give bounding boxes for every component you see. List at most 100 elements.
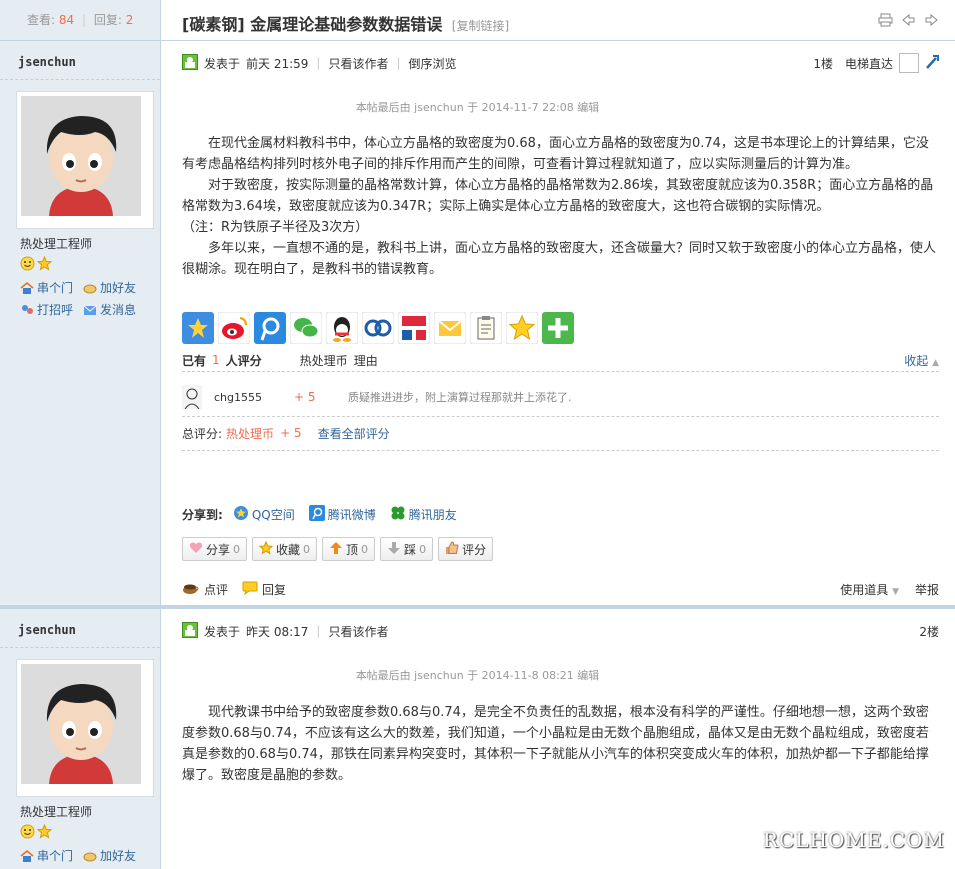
total-score: + 5 (280, 426, 302, 440)
meta-separator: | (316, 624, 321, 638)
view-all-ratings[interactable]: 查看全部评分 (318, 425, 390, 442)
col-reason: 理由 (353, 353, 378, 368)
handshake-icon (83, 281, 97, 295)
rating-row: chg1555 + 5 质疑推进进步，附上演算过程那就井上添花了. (182, 378, 939, 417)
print-icon[interactable] (878, 13, 893, 27)
greet-icon (20, 303, 34, 317)
post-meta: 发表于 昨天 08:17 | 只看该作者 2楼 (182, 621, 939, 641)
jump-arrow-icon[interactable] (925, 54, 939, 73)
tools-menu[interactable]: 使用道具 ▼ (840, 581, 899, 598)
paragraph: 现代教课书中给予的致密度参数0.68与0.74，是完全不负责任的乱数据，根本没有… (182, 705, 929, 783)
meta-separator: | (316, 56, 321, 70)
reverse-order-link[interactable]: 倒序浏览 (409, 55, 457, 72)
posted-label: 发表于 (204, 624, 241, 639)
visit-link[interactable]: 串个门 (20, 279, 73, 296)
next-thread-icon[interactable] (924, 13, 939, 27)
post-footer: 点评 回复 使用道具 ▼ 举报 (182, 578, 939, 600)
only-author-link[interactable]: 只看该作者 (328, 623, 388, 640)
post-1: jsenchun 热处理工程师 串个门 加好友 打招呼 发消息 发表于 前天 2… (0, 41, 955, 609)
post-content: 在现代金属材料教科书中，体心立方晶格的致密度为0.68，面心立方晶格的致密度为0… (182, 133, 940, 280)
thread-title-text: [碳素钢] 金属理论基础参数数据错误 (182, 15, 443, 34)
col-coin: 热处理币 (299, 353, 348, 368)
elevator-input[interactable] (899, 53, 919, 73)
favorite-star-icon[interactable] (505, 311, 539, 345)
user-level (20, 255, 53, 274)
favorite-button[interactable]: 收藏 0 (252, 537, 318, 561)
replies-count: 2 (125, 13, 134, 27)
arrow-down-icon (387, 541, 401, 558)
mail-icon (83, 303, 97, 317)
floor-tools: 2楼 (919, 623, 939, 640)
user-links-row-1: 串个门 加好友 (20, 847, 136, 864)
rating-summary: 总评分: 热处理币 + 5 查看全部评分 (182, 416, 939, 451)
floor-number: 1楼 (813, 56, 833, 71)
collapse-link[interactable]: 收起 ▲ (904, 352, 939, 369)
author-name[interactable]: jsenchun (18, 55, 76, 69)
tencent-weibo-icon[interactable] (254, 312, 286, 344)
share-button[interactable]: 分享 0 (182, 537, 248, 561)
thread-tools (878, 13, 939, 27)
renren-icon[interactable] (361, 311, 395, 345)
reply-link[interactable]: 回复 (242, 581, 286, 598)
star-icon (36, 823, 53, 842)
total-coin: 热处理币 (226, 426, 275, 441)
stats-separator: | (81, 13, 87, 27)
share-to-label: 分享到: (182, 508, 223, 522)
views-count: 84 (58, 13, 75, 27)
rater-score: + 5 (294, 390, 316, 404)
comment-link[interactable]: 点评 (182, 581, 228, 598)
more-share-icon[interactable] (542, 312, 574, 344)
thread-title: [碳素钢] 金属理论基础参数数据错误 [复制链接] (182, 11, 509, 35)
weibo-icon[interactable] (217, 311, 251, 345)
clover-icon (390, 505, 406, 524)
email-share-icon[interactable] (433, 311, 467, 345)
site-watermark: RCLHOME.COM (762, 828, 945, 852)
add-friend-link[interactable]: 加好友 (83, 847, 136, 864)
floor-tools: 1楼 电梯直达 (813, 53, 939, 73)
author-sidebar: jsenchun 热处理工程师 串个门 加好友 (0, 609, 161, 869)
only-author-link[interactable]: 只看该作者 (328, 55, 388, 72)
wechat-icon[interactable] (289, 311, 323, 345)
divider (0, 79, 160, 80)
visit-link[interactable]: 串个门 (20, 847, 73, 864)
heart-icon (189, 541, 203, 557)
paragraph: 在现代金属材料教科书中，体心立方晶格的致密度为0.68，面心立方晶格的致密度为0… (182, 136, 929, 172)
qzone-small-icon (233, 505, 249, 524)
share-to: 分享到: QQ空间 腾讯微博 腾讯朋友 (182, 505, 465, 524)
rater-name[interactable]: chg1555 (214, 391, 294, 404)
online-icon (182, 621, 198, 641)
rating-suffix: 人评分 (225, 353, 262, 368)
star-icon (258, 540, 274, 558)
rate-button[interactable]: 评分 (438, 537, 494, 561)
kaixin-icon[interactable] (397, 311, 431, 345)
post-meta: 发表于 前天 21:59 | 只看该作者 | 倒序浏览 1楼 电梯直达 (182, 53, 939, 73)
elevator-label: 电梯直达 (844, 56, 893, 71)
rater-avatar[interactable] (182, 385, 202, 410)
replies-label: 回复: (93, 13, 122, 27)
coffee-icon (182, 581, 200, 598)
copy-link[interactable]: [复制链接] (452, 19, 509, 33)
posted-time: 昨天 08:17 (246, 624, 309, 639)
prev-thread-icon[interactable] (901, 13, 916, 27)
clipboard-icon[interactable] (469, 311, 503, 345)
qzone-icon[interactable] (182, 312, 214, 344)
upvote-button[interactable]: 顶0 (322, 537, 376, 561)
user-group: 热处理工程师 (20, 237, 93, 251)
rating-count: 1 (212, 353, 220, 367)
add-friend-link[interactable]: 加好友 (83, 279, 136, 296)
share-qzone[interactable]: QQ空间 (233, 505, 295, 524)
greet-link[interactable]: 打招呼 (20, 301, 73, 318)
downvote-button[interactable]: 踩0 (380, 537, 434, 561)
meta-separator: | (396, 56, 401, 70)
star-icon (36, 255, 53, 274)
handshake-icon (83, 849, 97, 863)
smile-icon (20, 256, 35, 274)
share-tencent-friends[interactable]: 腾讯朋友 (390, 505, 457, 524)
report-link[interactable]: 举报 (915, 581, 939, 598)
qq-icon[interactable] (325, 311, 359, 345)
message-link[interactable]: 发消息 (83, 301, 136, 318)
share-tencent-weibo[interactable]: 腾讯微博 (308, 505, 376, 524)
author-name[interactable]: jsenchun (18, 623, 76, 637)
speech-bubble-icon (242, 581, 258, 598)
paragraph: 多年以来，一直想不通的是，教科书上讲，面心立方晶格的致密度大，还含碳量大？同时又… (182, 241, 937, 277)
